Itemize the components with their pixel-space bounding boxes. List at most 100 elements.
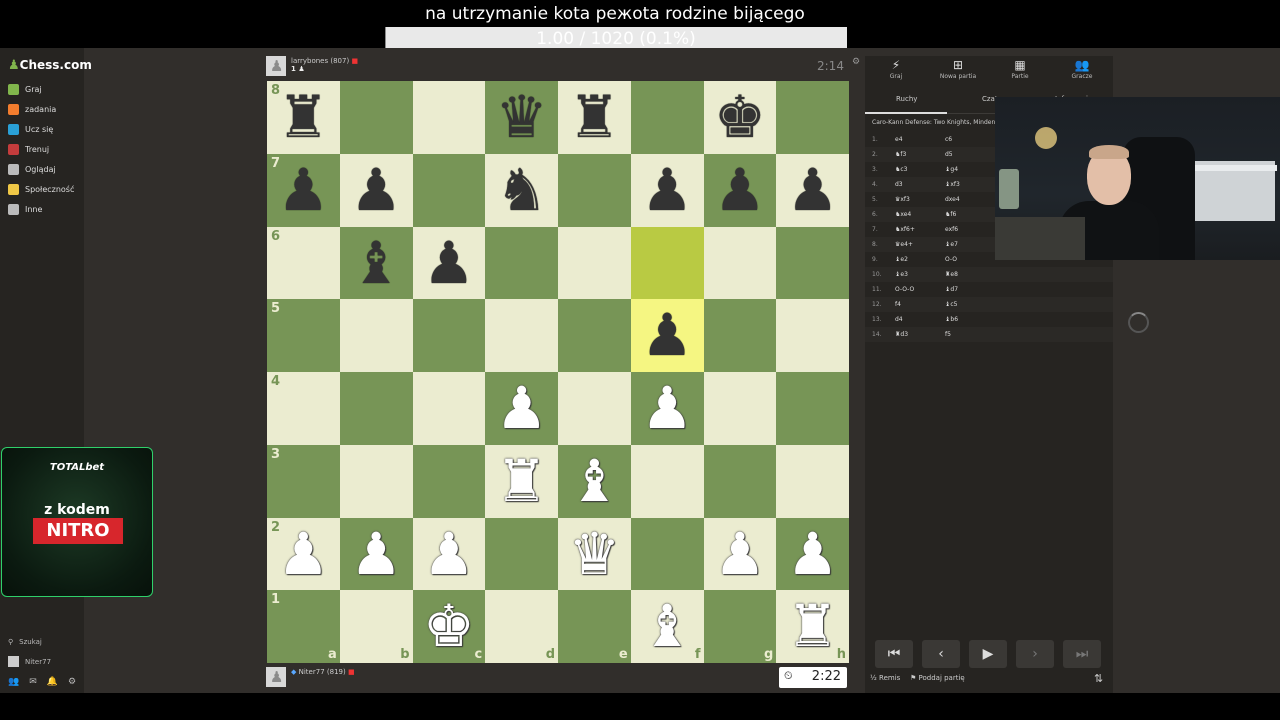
square-c6[interactable]: ♟ xyxy=(412,226,486,300)
black-pawn-icon[interactable]: ♟ xyxy=(631,299,704,372)
square-d3[interactable]: ♜ xyxy=(485,444,558,518)
resign-button[interactable]: ⚑ Poddaj partię xyxy=(910,674,965,682)
square-e5[interactable] xyxy=(558,299,631,372)
square-h8[interactable] xyxy=(776,81,849,154)
square-c7[interactable] xyxy=(412,153,486,227)
square-b3[interactable] xyxy=(339,444,413,518)
tab-1[interactable]: ⊞ Nowa partia xyxy=(927,58,989,80)
chess-logo[interactable]: ♟Chess.com xyxy=(8,58,92,73)
black-move[interactable]: ♜e8 xyxy=(945,271,958,278)
white-pawn-icon[interactable]: ♟ xyxy=(631,372,704,445)
square-e8[interactable]: ♜ xyxy=(558,81,631,154)
flip-board-icon[interactable]: ⇅ xyxy=(1094,672,1103,685)
settings-icon[interactable]: ⚙ xyxy=(68,677,76,687)
white-pawn-icon[interactable]: ♟ xyxy=(413,518,486,591)
white-move[interactable]: e4 xyxy=(895,136,903,143)
square-h3[interactable] xyxy=(776,444,849,518)
black-rook-icon[interactable]: ♜ xyxy=(558,81,631,154)
sidebar-item-2[interactable]: Ucz się xyxy=(8,120,53,138)
last-move-button[interactable]: ⏭ xyxy=(1063,640,1101,668)
square-g1[interactable]: g xyxy=(703,590,777,663)
square-h4[interactable] xyxy=(776,372,849,445)
white-move[interactable]: ♜d3 xyxy=(895,331,908,338)
square-h7[interactable]: ♟ xyxy=(776,153,849,227)
sidebar-item-1[interactable]: zadania xyxy=(8,100,56,118)
top-player-info[interactable]: larrybones (807) ■ 1 ♟ xyxy=(291,57,358,73)
square-c3[interactable] xyxy=(412,444,486,518)
ad-banner[interactable]: TOTALbet z kodem NITRO xyxy=(1,447,153,597)
white-rook-icon[interactable]: ♜ xyxy=(485,445,558,518)
chess-board[interactable]: 8 ♜ ♛ ♜ ♚ 7 ♟ ♟ ♞ ♟ ♟ ♟ 6 ♝ ♟ 5 ♟ 4 ♟ ♟ 3 ♜ ♝ 2 ♟ ♟ ♟ ♛ ♟ ♟ 1 a b c ♚ d e f ♝ g… xyxy=(267,81,849,663)
square-h2[interactable]: ♟ xyxy=(776,517,849,591)
square-g7[interactable]: ♟ xyxy=(703,153,777,227)
square-d1[interactable]: d xyxy=(485,590,558,663)
black-king-icon[interactable]: ♚ xyxy=(704,81,777,154)
first-move-button[interactable]: ⏮ xyxy=(875,640,913,668)
white-king-icon[interactable]: ♚ xyxy=(413,590,486,663)
square-e4[interactable] xyxy=(558,372,631,445)
black-move[interactable]: c6 xyxy=(945,136,952,143)
square-f6[interactable] xyxy=(630,226,704,300)
black-pawn-icon[interactable]: ♟ xyxy=(340,154,413,227)
square-d8[interactable]: ♛ xyxy=(485,81,558,154)
next-move-button[interactable]: › xyxy=(1016,640,1054,668)
square-d4[interactable]: ♟ xyxy=(485,372,558,445)
square-d7[interactable]: ♞ xyxy=(485,153,558,227)
black-move[interactable]: d5 xyxy=(945,151,953,158)
white-move[interactable]: ♛xf3 xyxy=(895,196,910,203)
square-g2[interactable]: ♟ xyxy=(703,517,777,591)
square-e7[interactable] xyxy=(558,153,631,227)
black-pawn-icon[interactable]: ♟ xyxy=(413,227,486,300)
white-move[interactable]: ♞c3 xyxy=(895,166,908,173)
black-bishop-icon[interactable]: ♝ xyxy=(340,227,413,300)
black-move[interactable]: ♝d7 xyxy=(945,286,958,293)
sidebar-item-5[interactable]: Społeczność xyxy=(8,180,74,198)
white-move[interactable]: d4 xyxy=(895,316,903,323)
white-move[interactable]: f4 xyxy=(895,301,901,308)
square-h6[interactable] xyxy=(776,226,849,300)
black-rook-icon[interactable]: ♜ xyxy=(267,81,340,154)
play-button[interactable]: ▶ xyxy=(969,640,1007,668)
sidebar-item-6[interactable]: Inne xyxy=(8,200,42,218)
black-pawn-icon[interactable]: ♟ xyxy=(704,154,777,227)
black-pawn-icon[interactable]: ♟ xyxy=(267,154,340,227)
square-e1[interactable]: e xyxy=(558,590,631,663)
white-queen-icon[interactable]: ♛ xyxy=(558,518,631,591)
square-f7[interactable]: ♟ xyxy=(630,153,704,227)
white-pawn-icon[interactable]: ♟ xyxy=(340,518,413,591)
square-b4[interactable] xyxy=(339,372,413,445)
square-g5[interactable] xyxy=(703,299,777,372)
white-pawn-icon[interactable]: ♟ xyxy=(485,372,558,445)
square-c1[interactable]: c ♚ xyxy=(412,590,486,663)
square-a8[interactable]: 8 ♜ xyxy=(267,81,340,154)
square-b6[interactable]: ♝ xyxy=(339,226,413,300)
bottom-player-info[interactable]: ◆ Niter77 (819) ■ xyxy=(291,668,355,676)
white-move[interactable]: ♞xf6+ xyxy=(895,226,915,233)
square-b7[interactable]: ♟ xyxy=(339,153,413,227)
black-move[interactable]: ♝b6 xyxy=(945,316,958,323)
bottom-player-avatar[interactable] xyxy=(266,667,286,687)
black-move[interactable]: ♞f6 xyxy=(945,211,956,218)
sidebar-item-3[interactable]: Trenuj xyxy=(8,140,49,158)
square-h1[interactable]: h ♜ xyxy=(776,590,849,663)
friends-icon[interactable]: 👥 xyxy=(8,677,19,687)
square-e2[interactable]: ♛ xyxy=(558,517,631,591)
sidebar-item-0[interactable]: Graj xyxy=(8,80,42,98)
square-b8[interactable] xyxy=(339,81,413,154)
black-pawn-icon[interactable]: ♟ xyxy=(631,154,704,227)
draw-button[interactable]: ½ Remis xyxy=(870,674,900,682)
white-bishop-icon[interactable]: ♝ xyxy=(631,590,704,663)
square-d5[interactable] xyxy=(485,299,558,372)
black-knight-icon[interactable]: ♞ xyxy=(485,154,558,227)
square-f4[interactable]: ♟ xyxy=(630,372,704,445)
white-move[interactable]: ♞xe4 xyxy=(895,211,911,218)
square-d2[interactable] xyxy=(485,517,558,591)
square-c5[interactable] xyxy=(412,299,486,372)
white-move[interactable]: O-O-O xyxy=(895,286,914,293)
square-a4[interactable]: 4 xyxy=(267,372,340,445)
tab-2[interactable]: ▦ Partie xyxy=(989,58,1051,80)
square-c2[interactable]: ♟ xyxy=(412,517,486,591)
black-move[interactable]: ♝xf3 xyxy=(945,181,960,188)
tab-3[interactable]: 👥 Gracze xyxy=(1051,58,1113,80)
sidebar-user[interactable]: Niter77 xyxy=(8,656,51,667)
